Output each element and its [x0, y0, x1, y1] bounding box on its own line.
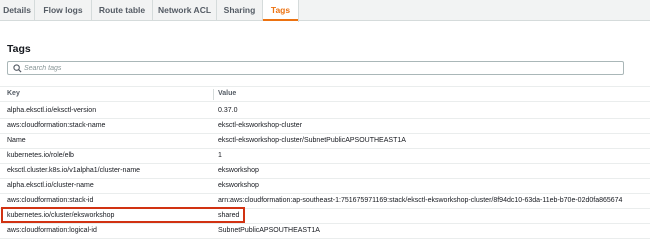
table-header: Key Value: [0, 86, 650, 102]
tag-value: 0.37.0: [218, 107, 238, 114]
tab-details[interactable]: Details: [0, 0, 35, 21]
tag-key: kubernetes.io/role/elb: [7, 152, 74, 159]
search-input[interactable]: [24, 62, 614, 74]
table-row: aws:cloudformation:logical-id SubnetPubl…: [0, 224, 650, 239]
highlight-box: [1, 207, 245, 223]
tab-flow-logs[interactable]: Flow logs: [35, 0, 92, 21]
tag-value: eksworkshop: [218, 167, 259, 174]
search-icon: [13, 64, 22, 73]
tab-bar: Details Flow logs Route table Network AC…: [0, 0, 650, 22]
tag-key: aws:cloudformation:logical-id: [7, 227, 97, 234]
tag-key: Name: [7, 137, 26, 144]
section-title: Tags: [7, 43, 31, 55]
tag-value: 1: [218, 152, 222, 159]
tag-key: aws:cloudformation:stack-id: [7, 197, 94, 204]
tag-key: alpha.eksctl.io/eksctl-version: [7, 107, 97, 114]
table-row: alpha.eksctl.io/cluster-name eksworkshop: [0, 179, 650, 194]
tag-value: eksctl-eksworkshop-cluster: [218, 122, 303, 129]
table-row: kubernetes.io/role/elb 1: [0, 149, 650, 164]
tab-network-acl[interactable]: Network ACL: [153, 0, 217, 21]
tag-key: alpha.eksctl.io/cluster-name: [7, 182, 94, 189]
search-box[interactable]: [7, 61, 624, 75]
column-header-key[interactable]: Key: [7, 90, 20, 97]
table-row: aws:cloudformation:stack-name eksctl-eks…: [0, 119, 650, 134]
table-row: eksctl.cluster.k8s.io/v1alpha1/cluster-n…: [0, 164, 650, 179]
tag-value: eksworkshop: [218, 182, 259, 189]
tag-value: SubnetPublicAPSOUTHEAST1A: [218, 227, 320, 234]
tab-sharing[interactable]: Sharing: [217, 0, 263, 21]
tab-route-table[interactable]: Route table: [92, 0, 153, 21]
column-header-value[interactable]: Value: [218, 90, 236, 97]
table-row: alpha.eksctl.io/eksctl-version 0.37.0: [0, 104, 650, 119]
tab-tags[interactable]: Tags: [263, 0, 299, 22]
tag-value: eksctl-eksworkshop-cluster/SubnetPublicA…: [218, 137, 406, 144]
tag-key: aws:cloudformation:stack-name: [7, 122, 106, 129]
tag-value: arn:aws:cloudformation:ap-southeast-1:75…: [218, 197, 623, 204]
tag-key: eksctl.cluster.k8s.io/v1alpha1/cluster-n…: [7, 167, 141, 174]
column-divider: [213, 89, 214, 100]
table-row: Name eksctl-eksworkshop-cluster/SubnetPu…: [0, 134, 650, 149]
